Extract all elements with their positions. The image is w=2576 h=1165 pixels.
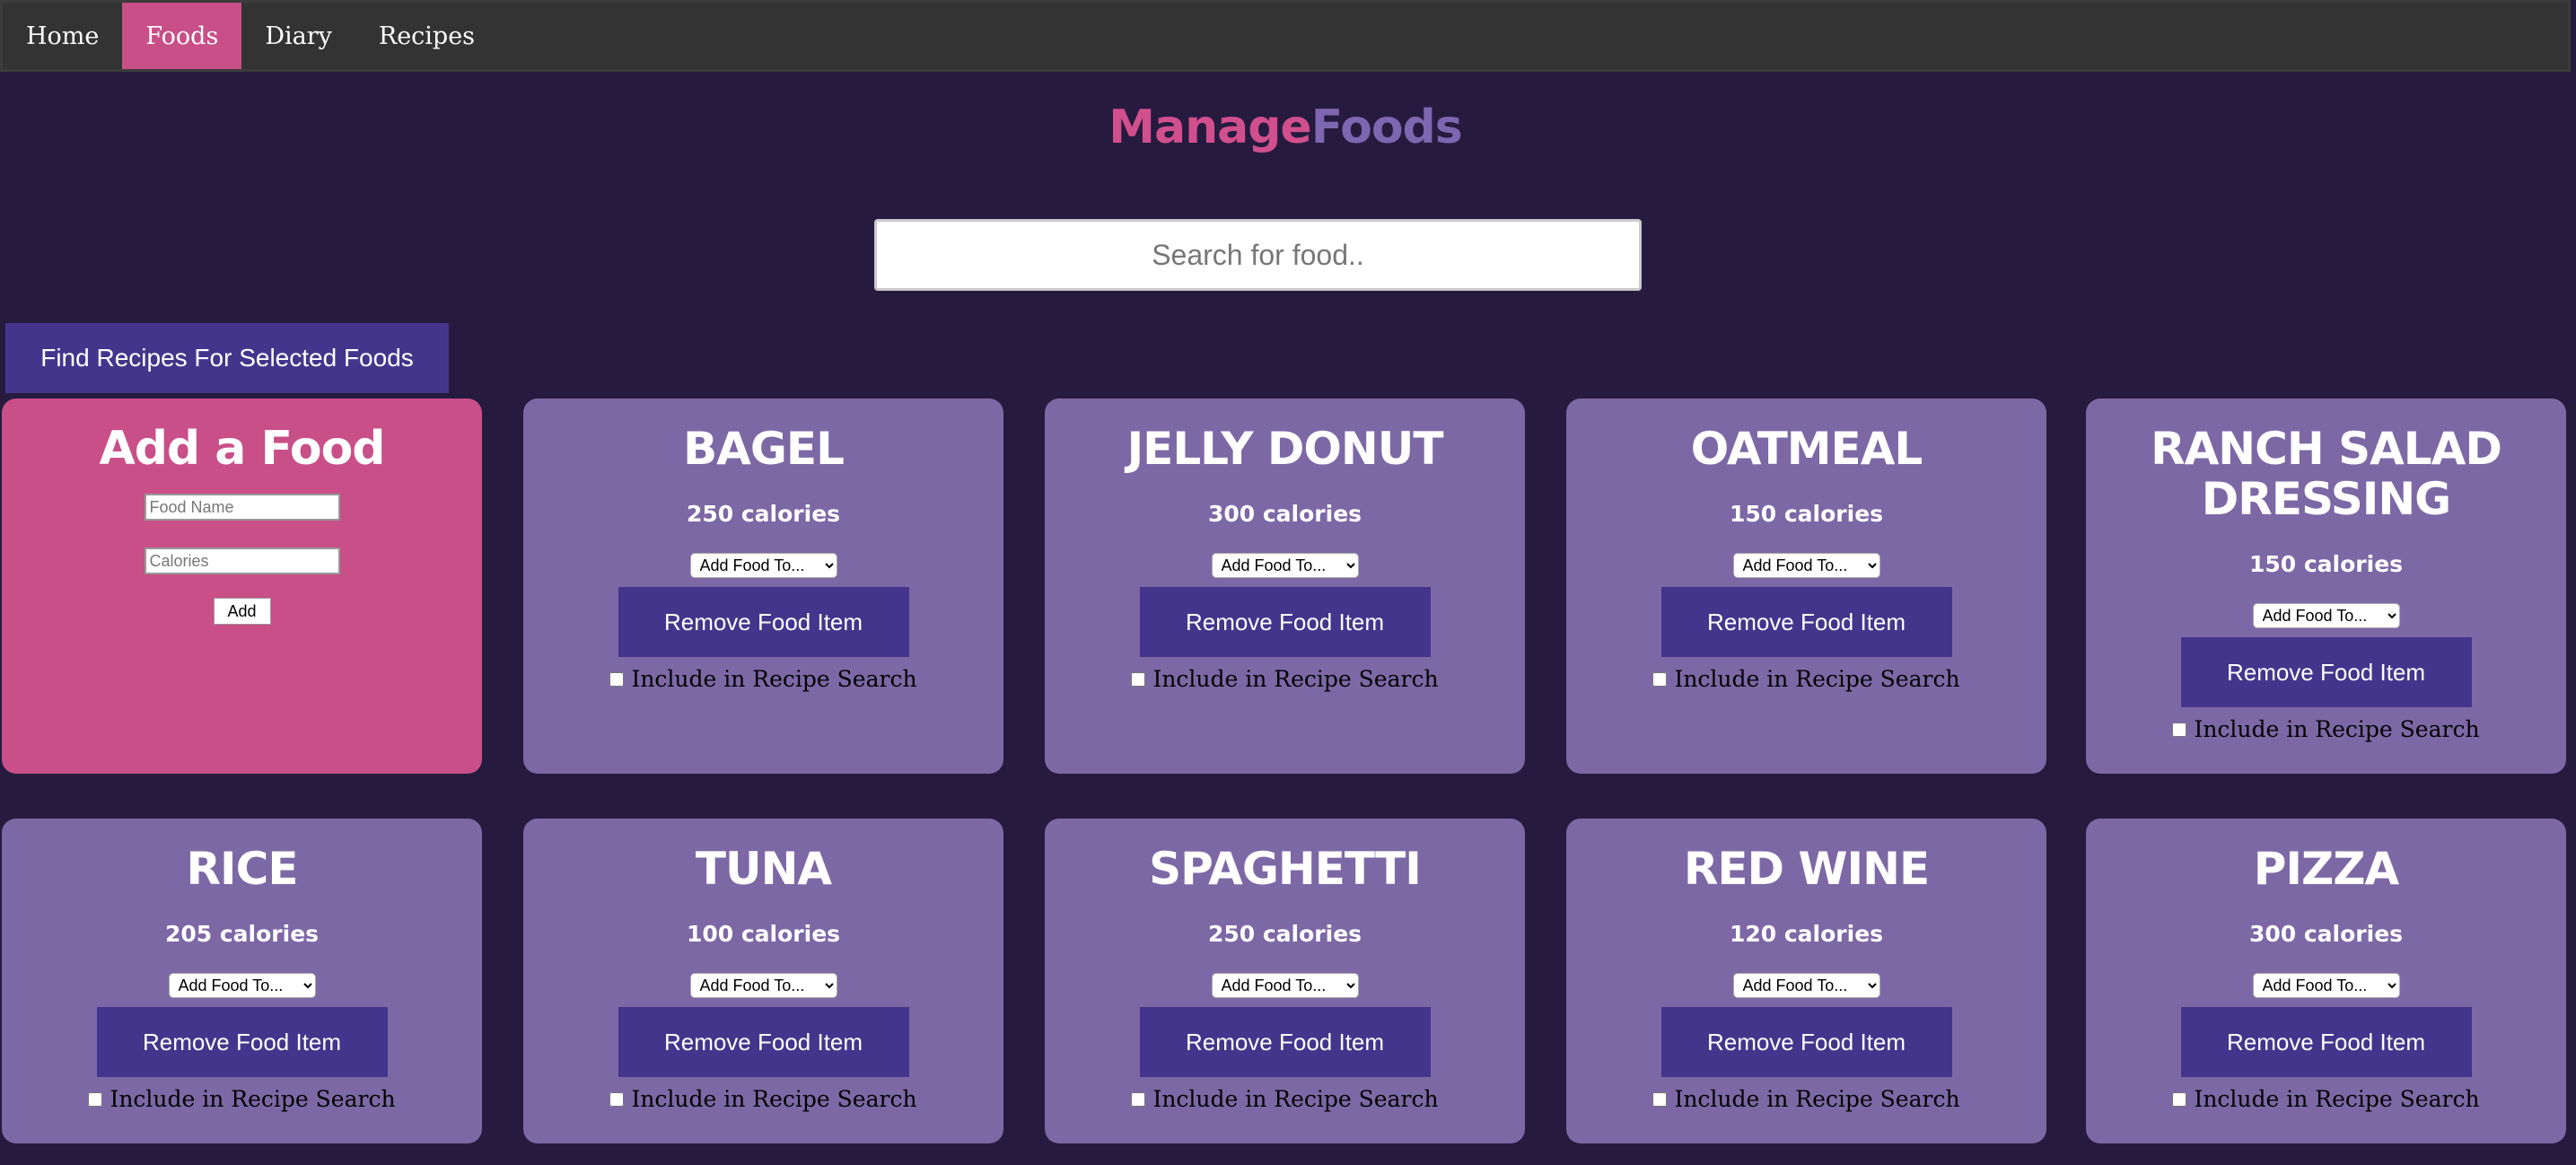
calories-input[interactable] [144,547,340,574]
page-title-part-manage: Manage [1108,101,1311,154]
include-in-recipe-search[interactable]: Include in Recipe Search [523,1086,1003,1112]
add-food-to-select[interactable]: Add Food To... [1211,973,1359,998]
page-title: ManageFoods [0,101,2571,154]
remove-food-item-button[interactable]: Remove Food Item [96,1007,388,1077]
food-card: Tuna 100 calories Add Food To... Remove … [523,819,1003,1143]
food-name: Jelly Donut [1126,423,1444,475]
food-name: Rice [186,843,299,895]
find-recipes-button[interactable]: Find Recipes For Selected Foods [5,323,449,393]
food-calories: 300 calories [1207,501,1362,527]
include-in-recipe-search-label: Include in Recipe Search [110,1086,396,1112]
food-calories: 150 calories [1729,501,1884,527]
remove-food-item-button[interactable]: Remove Food Item [2180,1007,2472,1077]
food-calories: 100 calories [686,921,841,947]
food-calories: 150 calories [2248,551,2404,577]
remove-food-item-button[interactable]: Remove Food Item [1139,587,1431,657]
include-in-recipe-search-label: Include in Recipe Search [631,666,917,692]
include-in-recipe-search-label: Include in Recipe Search [2194,1086,2480,1112]
include-in-recipe-search-label: Include in Recipe Search [2194,716,2480,742]
nav-item-recipes[interactable]: Recipes [355,3,498,69]
include-in-recipe-search-checkbox[interactable] [1131,1091,1146,1107]
food-calories: 205 calories [164,921,320,947]
add-food-to-select[interactable]: Add Food To... [689,553,837,578]
food-calories: 250 calories [686,501,841,527]
include-in-recipe-search-label: Include in Recipe Search [1674,666,1960,692]
include-in-recipe-search[interactable]: Include in Recipe Search [2086,1086,2566,1112]
food-card: Pizza 300 calories Add Food To... Remove… [2086,819,2566,1143]
include-in-recipe-search[interactable]: Include in Recipe Search [1045,666,1525,692]
include-in-recipe-search-checkbox[interactable] [88,1091,103,1107]
food-calories: 300 calories [2248,921,2404,947]
food-calories: 250 calories [1207,921,1362,947]
include-in-recipe-search-checkbox[interactable] [1131,671,1146,687]
food-card: Jelly Donut 300 calories Add Food To... … [1045,399,1525,774]
add-food-to-select[interactable]: Add Food To... [2252,973,2400,998]
nav-item-diary[interactable]: Diary [241,3,355,69]
include-in-recipe-search-label: Include in Recipe Search [1152,1086,1439,1112]
add-food-to-select[interactable]: Add Food To... [2252,603,2400,628]
food-card: Oatmeal 150 calories Add Food To... Remo… [1566,399,2046,774]
include-in-recipe-search-label: Include in Recipe Search [1152,666,1439,692]
page-title-part-foods: Foods [1310,101,1463,154]
food-card: Spaghetti 250 calories Add Food To... Re… [1045,819,1525,1143]
include-in-recipe-search-checkbox[interactable] [609,671,625,687]
add-food-to-select[interactable]: Add Food To... [168,973,316,998]
food-name: Oatmeal [1690,423,1923,475]
add-food-to-select[interactable]: Add Food To... [1211,553,1359,578]
include-in-recipe-search[interactable]: Include in Recipe Search [1566,666,2046,692]
food-name: Spaghetti [1149,843,1422,895]
food-card: Red Wine 120 calories Add Food To... Rem… [1566,819,2046,1143]
nav-item-foods[interactable]: Foods [122,3,242,69]
food-name: Tuna [695,843,832,895]
remove-food-item-button[interactable]: Remove Food Item [618,587,909,657]
food-name: Ranch Salad Dressing [2151,423,2502,525]
add-food-to-select[interactable]: Add Food To... [1732,553,1880,578]
include-in-recipe-search[interactable]: Include in Recipe Search [1566,1086,2046,1112]
add-food-title: Add a Food [99,422,385,476]
remove-food-item-button[interactable]: Remove Food Item [1139,1007,1431,1077]
include-in-recipe-search-label: Include in Recipe Search [1674,1086,1960,1112]
include-in-recipe-search[interactable]: Include in Recipe Search [2086,716,2566,742]
remove-food-item-button[interactable]: Remove Food Item [618,1007,909,1077]
include-in-recipe-search[interactable]: Include in Recipe Search [523,666,1003,692]
nav-item-home[interactable]: Home [3,3,122,69]
include-in-recipe-search-checkbox[interactable] [2172,1091,2187,1107]
add-food-to-select[interactable]: Add Food To... [1732,973,1880,998]
include-in-recipe-search-checkbox[interactable] [1652,671,1668,687]
food-card: Ranch Salad Dressing 150 calories Add Fo… [2086,399,2566,774]
search-input[interactable] [874,219,1642,291]
top-navbar: Home Foods Diary Recipes [0,0,2571,72]
include-in-recipe-search-label: Include in Recipe Search [631,1086,917,1112]
remove-food-item-button[interactable]: Remove Food Item [1660,1007,1952,1077]
add-food-to-select[interactable]: Add Food To... [689,973,837,998]
include-in-recipe-search-checkbox[interactable] [2172,722,2187,737]
food-name: Bagel [683,423,845,475]
include-in-recipe-search-checkbox[interactable] [609,1091,625,1107]
remove-food-item-button[interactable]: Remove Food Item [1660,587,1952,657]
include-in-recipe-search-checkbox[interactable] [1652,1091,1668,1107]
include-in-recipe-search[interactable]: Include in Recipe Search [2,1086,482,1112]
include-in-recipe-search[interactable]: Include in Recipe Search [1045,1086,1525,1112]
food-name: Red Wine [1683,843,1930,895]
food-card: Bagel 250 calories Add Food To... Remove… [523,399,1003,774]
food-name-input[interactable] [144,494,340,521]
remove-food-item-button[interactable]: Remove Food Item [2180,637,2472,707]
food-name: Pizza [2253,843,2399,895]
add-food-card: Add a Food Add [2,399,482,774]
food-card: Rice 205 calories Add Food To... Remove … [2,819,482,1143]
food-calories: 120 calories [1729,921,1884,947]
add-food-button[interactable]: Add [213,598,271,625]
